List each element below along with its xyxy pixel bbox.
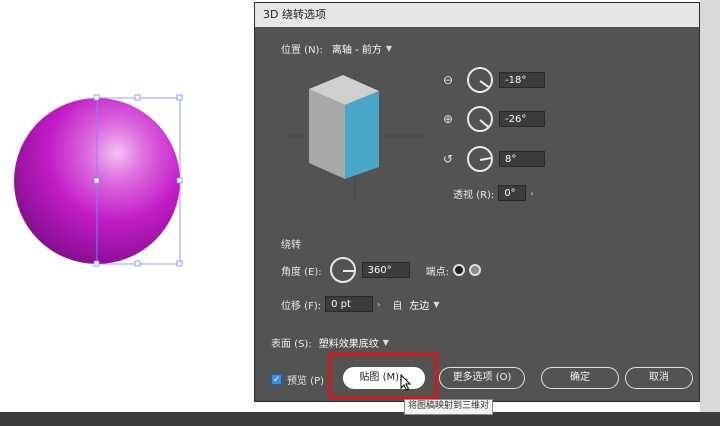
- y-rotation-row: ⊕ -26°: [441, 106, 545, 132]
- z-rotation-input[interactable]: 8°: [499, 151, 545, 167]
- mouse-cursor-icon: [400, 374, 412, 391]
- offset-input[interactable]: 0 pt: [325, 296, 374, 312]
- x-rotation-dial[interactable]: [467, 67, 493, 93]
- angle-row: 角度 (E): 360° 端点:: [281, 257, 482, 283]
- revolve-section: 绕转: [281, 236, 301, 251]
- surface-dropdown[interactable]: 塑料效果底纹 ▼: [316, 333, 392, 351]
- angle-dial[interactable]: [329, 257, 356, 283]
- offset-from-dropdown[interactable]: 左边 ▼: [406, 295, 442, 313]
- cancel-button[interactable]: 取消: [625, 367, 693, 389]
- cancel-label: 取消: [649, 372, 669, 383]
- y-rotation-dial[interactable]: [467, 106, 493, 132]
- chevron-down-icon: ▼: [433, 299, 440, 309]
- dialog-title: 3D 绕转选项: [255, 3, 699, 27]
- 3d-revolve-options-dialog: 3D 绕转选项 位置 (N): 离轴 - 前方 ▼ ⊖ -18° ⊕ -26° …: [254, 2, 700, 402]
- right-panel-strip: [700, 0, 720, 412]
- cap-off-icon[interactable]: [469, 264, 482, 276]
- position-row: 位置 (N): 离轴 - 前方 ▼: [281, 39, 395, 57]
- surface-value: 塑料效果底纹: [318, 338, 379, 350]
- z-rotation-row: ↺ 8°: [441, 146, 545, 172]
- rotation-cube-preview[interactable]: [285, 69, 425, 203]
- map-button-highlight: [328, 353, 438, 399]
- z-rotation-dial[interactable]: [467, 146, 493, 172]
- angle-input[interactable]: 360°: [361, 262, 410, 278]
- preview-label: 预览 (P): [287, 376, 325, 387]
- offset-label: 位移 (F):: [281, 300, 322, 312]
- sphere-artwork[interactable]: [0, 0, 260, 300]
- offset-from-label: 自: [392, 300, 403, 312]
- chevron-down-icon: ▼: [385, 43, 392, 53]
- x-rotation-input[interactable]: -18°: [499, 72, 545, 88]
- cap-on-icon[interactable]: [453, 264, 466, 276]
- chevron-down-icon: ▼: [382, 337, 389, 347]
- perspective-label: 透视 (R):: [453, 189, 495, 201]
- revolve-section-label: 绕转: [281, 240, 301, 251]
- bottom-status-bar: [0, 412, 720, 426]
- offset-from-value: 左边: [409, 300, 430, 312]
- chevron-right-icon[interactable]: ›: [377, 300, 380, 309]
- cap-label: 端点:: [425, 266, 450, 278]
- cube-front-face: [345, 91, 379, 179]
- x-rotation-row: ⊖ -18°: [441, 67, 545, 93]
- preview-checkbox[interactable]: ✓: [271, 374, 282, 385]
- ok-button[interactable]: 确定: [541, 367, 619, 389]
- position-value: 离轴 - 前方: [331, 44, 382, 56]
- preview-row: ✓ 预览 (P): [271, 372, 324, 387]
- perspective-row: 透视 (R): 0° ›: [453, 185, 534, 201]
- surface-row: 表面 (S): 塑料效果底纹 ▼: [271, 333, 392, 351]
- surface-label: 表面 (S):: [271, 338, 312, 350]
- angle-label: 角度 (E):: [281, 266, 322, 278]
- position-dropdown[interactable]: 离轴 - 前方 ▼: [329, 39, 395, 57]
- ok-label: 确定: [570, 372, 590, 383]
- more-options-button[interactable]: 更多选项 (O): [439, 367, 525, 389]
- chevron-right-icon[interactable]: ›: [530, 189, 533, 198]
- more-options-label: 更多选项 (O): [452, 372, 512, 383]
- y-axis-rotate-icon: ⊕: [442, 112, 454, 126]
- map-button-tooltip: 将图稿映射到三维对: [404, 399, 494, 415]
- offset-row: 位移 (F): 0 pt › 自 左边 ▼: [281, 295, 442, 313]
- perspective-input[interactable]: 0°: [498, 185, 527, 201]
- y-rotation-input[interactable]: -26°: [499, 111, 545, 127]
- x-axis-rotate-icon: ⊖: [442, 73, 454, 87]
- z-axis-rotate-icon: ↺: [442, 152, 454, 166]
- position-label: 位置 (N):: [281, 44, 323, 56]
